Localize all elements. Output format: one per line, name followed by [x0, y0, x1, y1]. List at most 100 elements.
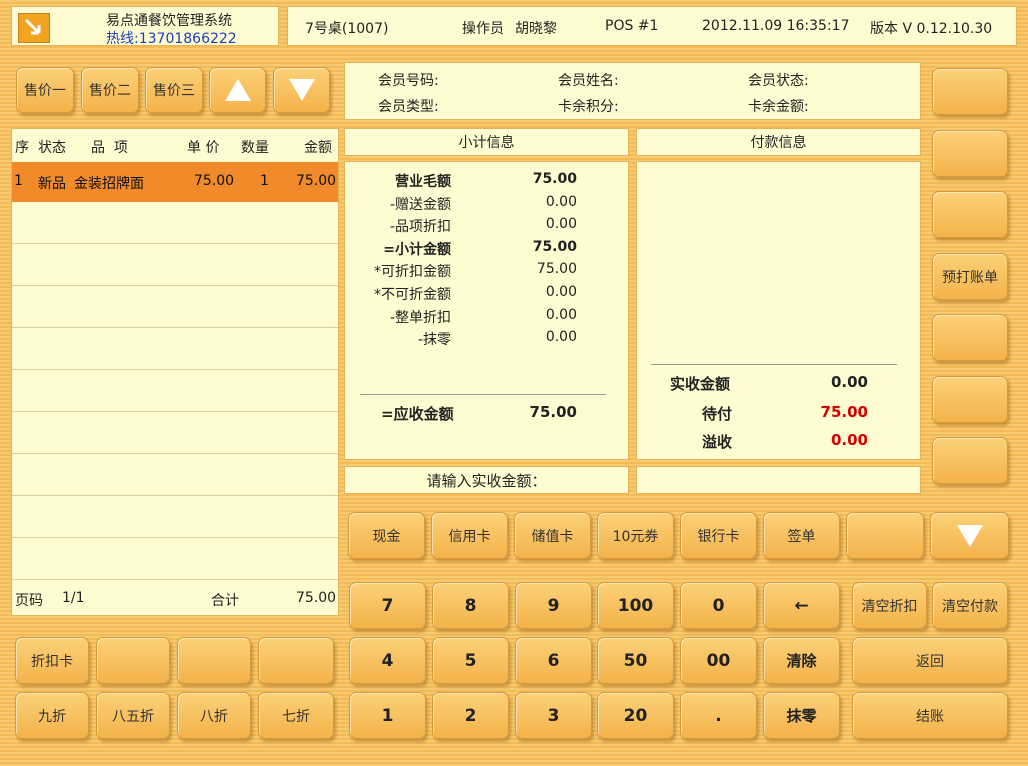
operator-name: 胡晓黎	[515, 21, 557, 37]
arrow-up-icon	[224, 79, 251, 101]
arrow-down-icon	[288, 79, 315, 101]
col-status: 状态	[38, 140, 66, 156]
key-1[interactable]: 1	[349, 692, 426, 739]
key-clear[interactable]: 清除	[763, 637, 840, 684]
subtotal-line-value: 0.00	[545, 216, 577, 233]
row-divider	[12, 453, 338, 454]
pay-cash-button[interactable]: 现金	[348, 512, 425, 559]
subtotal-header: 小计信息	[344, 128, 629, 156]
scroll-up-button[interactable]	[209, 67, 266, 113]
key-8[interactable]: 8	[432, 582, 509, 629]
member-type-label: 会员类型:	[378, 99, 439, 115]
key-dot[interactable]: .	[680, 692, 757, 739]
key-20[interactable]: 20	[597, 692, 674, 739]
pay-bank-card-button[interactable]: 银行卡	[680, 512, 757, 559]
amount-input[interactable]	[636, 466, 921, 494]
right-blank-button-5[interactable]	[932, 314, 1008, 361]
page-value: 1/1	[62, 590, 85, 606]
app-title: 易点通餐饮管理系统	[106, 13, 232, 29]
right-blank-button-2[interactable]	[932, 130, 1008, 177]
key-2[interactable]: 2	[432, 692, 509, 739]
payment-divider	[651, 364, 897, 365]
subtotal-line-label: 营业毛额	[395, 174, 451, 190]
key-50[interactable]: 50	[597, 637, 674, 684]
key-6[interactable]: 6	[515, 637, 592, 684]
subtotal-title: 小计信息	[458, 135, 515, 151]
status-bar: 7号桌(1007) 操作员 胡晓黎 POS #1 2012.11.09 16:3…	[287, 6, 1017, 46]
key-5[interactable]: 5	[432, 637, 509, 684]
pay-credit-card-button[interactable]: 信用卡	[431, 512, 508, 559]
row-divider	[12, 369, 338, 370]
total-value: 75.00	[296, 590, 337, 606]
back-button[interactable]: 返回	[852, 637, 1008, 684]
subtotal-line-label: -整单折扣	[389, 309, 451, 326]
subtotal-line-value: 0.00	[545, 329, 577, 346]
subtotal-line-value: 0.00	[545, 306, 577, 323]
key-00[interactable]: 00	[680, 637, 757, 684]
amount-prompt: 请输入实收金额：	[344, 466, 629, 494]
payment-title: 付款信息	[750, 135, 807, 151]
preprint-bill-button[interactable]: 预打账单	[932, 253, 1008, 300]
key-7[interactable]: 7	[349, 582, 426, 629]
app-logo-icon	[18, 13, 50, 43]
right-blank-button-6[interactable]	[932, 376, 1008, 423]
col-item: 品 项	[91, 140, 128, 156]
receivable-value: 75.00	[529, 403, 577, 421]
clear-payment-button[interactable]: 清空付款	[932, 582, 1008, 629]
pos-id: POS #1	[605, 18, 659, 34]
right-blank-button-7[interactable]	[932, 437, 1008, 484]
clear-discount-button[interactable]: 清空折扣	[852, 582, 927, 629]
discount-blank-button-3[interactable]	[258, 637, 334, 684]
price-one-button[interactable]: 售价一	[16, 67, 74, 113]
row-divider	[12, 411, 338, 412]
member-info-panel: 会员号码: 会员姓名: 会员状态: 会员类型: 卡余积分: 卡余金额:	[344, 62, 921, 120]
hotline: 热线:13701866222	[106, 31, 237, 47]
pay-blank-button[interactable]	[846, 512, 924, 559]
table-row[interactable]: 1 新品 金装招牌面 75.00 1 75.00	[12, 162, 338, 202]
row-seq: 1	[14, 173, 23, 189]
row-item: 金装招牌面	[74, 176, 144, 192]
row-status: 新品	[38, 176, 66, 192]
subtotal-line-value: 75.00	[536, 261, 577, 278]
discount-blank-button-1[interactable]	[96, 637, 170, 684]
pay-voucher-button[interactable]: 10元券	[597, 512, 674, 559]
key-4[interactable]: 4	[349, 637, 426, 684]
col-seq: 序	[15, 140, 29, 156]
discount-blank-button-2[interactable]	[177, 637, 251, 684]
discount-80-button[interactable]: 八折	[177, 692, 251, 739]
received-value: 0.00	[830, 373, 868, 391]
total-label: 合计	[211, 593, 239, 609]
key-100[interactable]: 100	[597, 582, 674, 629]
price-three-button[interactable]: 售价三	[145, 67, 203, 113]
key-3[interactable]: 3	[515, 692, 592, 739]
row-divider	[12, 243, 338, 244]
col-price: 单 价	[187, 140, 220, 156]
payment-panel: 实收金额 0.00 待付 75.00 溢收 0.00	[636, 161, 921, 460]
pay-sign-bill-button[interactable]: 签单	[763, 512, 840, 559]
col-amount: 金额	[304, 140, 332, 156]
subtotal-line-value: 75.00	[532, 238, 577, 255]
right-blank-button-3[interactable]	[932, 191, 1008, 238]
discount-70-button[interactable]: 七折	[258, 692, 334, 739]
receivable-label: =应收金额	[381, 405, 454, 423]
subtotal-line-value: 75.00	[532, 171, 577, 187]
row-qty: 1	[260, 173, 269, 189]
key-9[interactable]: 9	[515, 582, 592, 629]
scroll-down-button[interactable]	[273, 67, 330, 113]
discount-card-button[interactable]: 折扣卡	[15, 637, 89, 684]
right-blank-button-1[interactable]	[932, 68, 1008, 115]
key-round-off[interactable]: 抹零	[763, 692, 840, 739]
checkout-button[interactable]: 结账	[852, 692, 1008, 739]
row-divider	[12, 285, 338, 286]
discount-90-button[interactable]: 九折	[15, 692, 89, 739]
datetime: 2012.11.09 16:35:17	[702, 18, 850, 34]
member-points-label: 卡余积分:	[558, 99, 619, 115]
pay-stored-value-button[interactable]: 储值卡	[514, 512, 591, 559]
key-0[interactable]: 0	[680, 582, 757, 629]
price-two-button[interactable]: 售价二	[81, 67, 139, 113]
subtotal-line-value: 0.00	[545, 284, 577, 300]
pay-more-button[interactable]	[930, 512, 1009, 559]
overflow-label: 溢收	[702, 433, 733, 451]
discount-85-button[interactable]: 八五折	[96, 692, 170, 739]
key-backspace[interactable]: ←	[763, 582, 840, 629]
